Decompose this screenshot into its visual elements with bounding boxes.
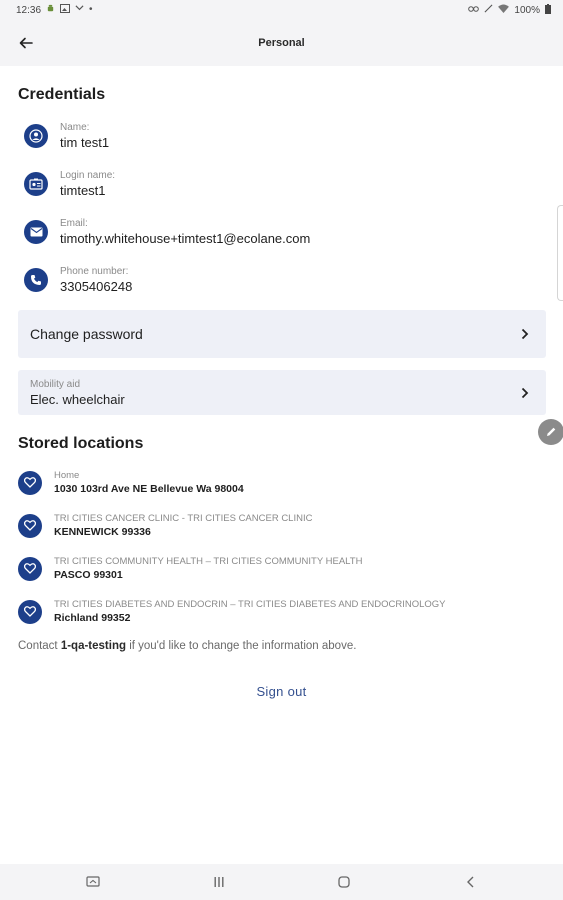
- heart-icon: [18, 513, 42, 538]
- heart-icon: [18, 599, 42, 624]
- contact-org: 1-qa-testing: [60, 640, 126, 652]
- chevron-right-icon: [518, 327, 532, 341]
- change-password-label: Change password: [30, 326, 143, 342]
- heart-icon: [18, 556, 42, 581]
- credential-login: Login name: timtest1: [24, 166, 115, 202]
- page-title: Personal: [258, 37, 305, 49]
- pencil-icon: [547, 427, 556, 436]
- back-button[interactable]: [12, 30, 40, 56]
- recents-button[interactable]: [199, 867, 239, 897]
- battery-icon: [545, 3, 551, 17]
- credential-label: Name:: [60, 122, 90, 133]
- location-item[interactable]: Home 1030 103rd Ave NE Bellevue Wa 98004: [18, 469, 244, 496]
- heart-icon: [18, 470, 42, 495]
- location-address: Richland 99352: [54, 612, 131, 624]
- system-back-button[interactable]: [450, 867, 490, 897]
- credentials-heading: Credentials: [18, 86, 106, 103]
- credential-value: timothy.whitehouse+timtest1@ecolane.com: [60, 231, 311, 246]
- credential-value: tim test1: [60, 135, 110, 150]
- arrow-left-icon: [19, 37, 33, 49]
- screenshot-button[interactable]: [73, 867, 113, 897]
- location-address: KENNEWICK 99336: [54, 526, 151, 538]
- mute-icon: [484, 4, 493, 16]
- location-item[interactable]: TRI CITIES DIABETES AND ENDOCRIN – TRI C…: [18, 598, 446, 625]
- location-address: 1030 103rd Ave NE Bellevue Wa 98004: [54, 483, 244, 495]
- status-time: 12:36: [16, 4, 42, 16]
- change-password-button[interactable]: Change password: [18, 310, 546, 358]
- system-nav-bar: [0, 864, 563, 900]
- location-item[interactable]: TRI CITIES CANCER CLINIC - TRI CITIES CA…: [18, 512, 312, 539]
- chevron-right-icon: [518, 386, 532, 400]
- stored-locations-heading: Stored locations: [18, 435, 144, 452]
- person-icon: [24, 124, 48, 148]
- credential-label: Email:: [60, 218, 88, 229]
- wifi-icon: [498, 4, 510, 16]
- credential-value: 3305406248: [60, 279, 133, 294]
- screenshot-icon: [86, 876, 100, 887]
- contact-suffix: if you'd like to change the information …: [126, 640, 357, 652]
- link-icon: [468, 5, 480, 16]
- credential-phone: Phone number: 3305406248: [24, 262, 132, 298]
- home-icon: [338, 876, 351, 888]
- mobility-aid-value: Elec. wheelchair: [30, 391, 125, 407]
- chevron-left-icon: [466, 876, 474, 888]
- credential-label: Phone number:: [60, 266, 129, 277]
- credential-name: Name: tim test1: [24, 118, 109, 154]
- scroll-handle[interactable]: [557, 205, 563, 301]
- id-card-icon: [24, 172, 48, 196]
- app-header: Personal: [0, 20, 563, 66]
- mobility-aid-button[interactable]: Mobility aid Elec. wheelchair: [18, 370, 546, 415]
- home-button[interactable]: [324, 867, 364, 897]
- location-name: TRI CITIES DIABETES AND ENDOCRIN – TRI C…: [54, 599, 446, 610]
- location-address: PASCO 99301: [54, 569, 123, 581]
- status-bar: 12:36 • 100%: [0, 0, 563, 20]
- battery-percent: 100%: [514, 4, 540, 16]
- contact-note: Contact 1-qa-testing if you'd like to ch…: [18, 640, 356, 652]
- mobility-aid-label: Mobility aid: [30, 378, 81, 390]
- contact-prefix: Contact: [18, 640, 61, 652]
- location-name: Home: [54, 470, 80, 481]
- credential-label: Login name:: [60, 170, 116, 181]
- missed-call-icon: [75, 4, 84, 16]
- credential-email: Email: timothy.whitehouse+timtest1@ecola…: [24, 214, 310, 250]
- edit-button[interactable]: [538, 419, 563, 445]
- gallery-icon: [60, 4, 71, 16]
- mail-icon: [24, 220, 48, 244]
- phone-icon: [24, 268, 48, 292]
- sign-out-button[interactable]: Sign out: [0, 684, 563, 699]
- credential-value: timtest1: [60, 183, 106, 198]
- location-item[interactable]: TRI CITIES COMMUNITY HEALTH – TRI CITIES…: [18, 555, 362, 582]
- dot-icon: •: [89, 4, 93, 15]
- recents-icon: [214, 877, 224, 887]
- location-name: TRI CITIES COMMUNITY HEALTH – TRI CITIES…: [54, 556, 363, 567]
- android-icon: [46, 4, 55, 16]
- location-name: TRI CITIES CANCER CLINIC - TRI CITIES CA…: [54, 513, 313, 524]
